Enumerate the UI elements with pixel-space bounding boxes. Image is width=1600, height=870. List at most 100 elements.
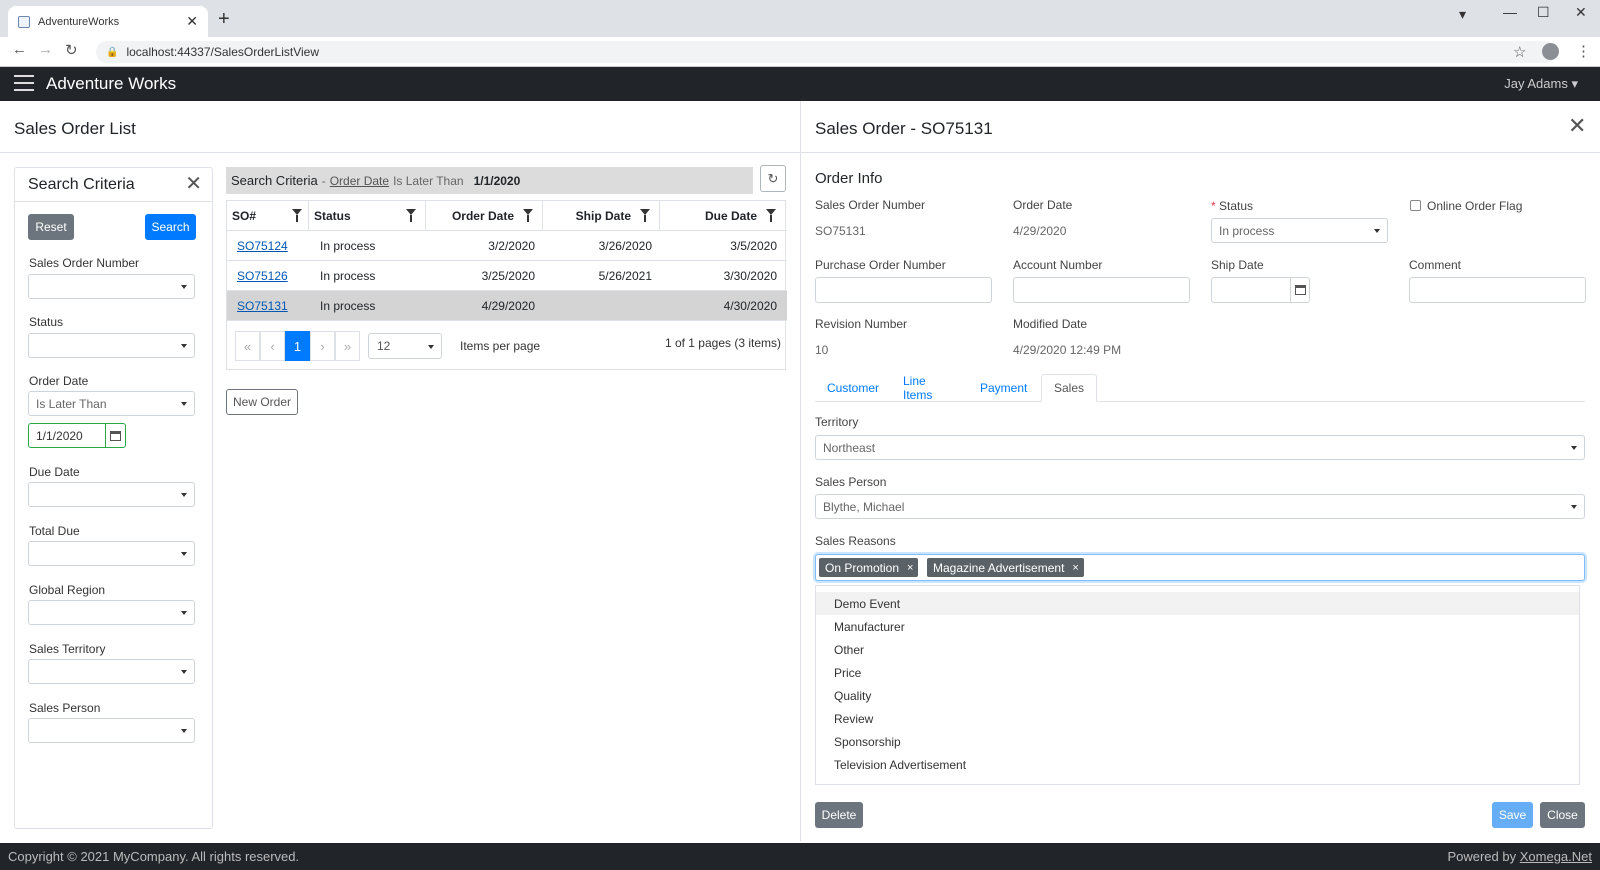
tab-line-items[interactable]: Line Items [891, 374, 944, 402]
due-date-label: Due Date [29, 465, 80, 479]
filter-icon[interactable] [766, 209, 776, 222]
criteria-dash: - [321, 173, 326, 188]
browser-menu-icon[interactable]: ⋮ [1576, 42, 1591, 60]
total-due-select[interactable] [28, 541, 195, 566]
forward-icon[interactable]: → [38, 41, 53, 58]
profile-avatar-icon[interactable] [1542, 43, 1559, 60]
back-icon[interactable]: ← [12, 41, 27, 58]
remove-tag-icon[interactable]: × [907, 562, 913, 574]
due-date-select[interactable] [28, 482, 195, 507]
filter-icon[interactable] [523, 209, 533, 222]
user-name: Jay Adams [1504, 76, 1568, 91]
browser-tab[interactable]: AdventureWorks ✕ [8, 6, 208, 37]
page-size-select[interactable]: 12 [368, 333, 442, 359]
minimize-icon[interactable]: — [1503, 4, 1517, 20]
column-header-label: Ship Date [575, 209, 631, 223]
refresh-button[interactable]: ↻ [760, 165, 786, 192]
table-row[interactable]: SO75126 In process 3/25/2020 5/26/2021 3… [227, 261, 787, 291]
column-header-order-date[interactable]: Order Date [426, 201, 543, 231]
online-order-flag-checkbox[interactable] [1410, 200, 1421, 211]
first-page-button[interactable]: « [235, 331, 260, 361]
grid-pager: « ‹ 1 › » 12 Items per page 1 of 1 pages… [227, 321, 787, 371]
column-header-so[interactable]: SO# [227, 201, 309, 231]
territory-value: Northeast [823, 440, 876, 455]
table-row-selected[interactable]: SO75131 In process 4/29/2020 4/30/2020 [227, 291, 787, 321]
reason-option[interactable]: Sponsorship [816, 730, 1579, 753]
sales-reasons-multiselect[interactable]: On Promotion × Magazine Advertisement × [815, 554, 1585, 581]
chevron-down-icon [181, 493, 187, 497]
close-detail-icon[interactable]: ✕ [1568, 113, 1586, 139]
so-link[interactable]: SO75131 [237, 299, 288, 313]
hamburger-menu-icon[interactable] [14, 75, 34, 91]
delete-button[interactable]: Delete [815, 802, 863, 828]
tab-payment[interactable]: Payment [968, 374, 1039, 402]
sales-person-select[interactable] [28, 718, 195, 743]
reason-option[interactable]: Price [816, 661, 1579, 684]
territory-label: Territory [815, 415, 859, 429]
account-number-field[interactable] [1013, 277, 1190, 303]
prev-page-button[interactable]: ‹ [260, 331, 285, 361]
window-close-icon[interactable]: ✕ [1575, 4, 1587, 21]
xomega-link[interactable]: Xomega.Net [1520, 849, 1592, 864]
reason-option[interactable]: Review [816, 707, 1579, 730]
last-page-button[interactable]: » [335, 331, 360, 361]
table-row[interactable]: SO75124 In process 3/2/2020 3/26/2020 3/… [227, 231, 787, 261]
page-favicon-icon [18, 15, 30, 28]
reason-option[interactable]: Manufacturer [816, 615, 1579, 638]
ship-date-calendar-button[interactable] [1290, 277, 1310, 303]
order-date-operator-select[interactable]: Is Later Than [28, 391, 195, 416]
filter-icon[interactable] [640, 209, 650, 222]
sales-order-number-label: Sales Order Number [29, 256, 140, 270]
ship-date-field[interactable] [1211, 277, 1291, 303]
so-link[interactable]: SO75124 [237, 239, 288, 253]
row-ship-date: 3/26/2020 [598, 239, 652, 253]
sales-territory-select[interactable] [28, 659, 195, 684]
status-select[interactable]: In process [1211, 218, 1388, 243]
column-header-ship-date[interactable]: Ship Date [543, 201, 660, 231]
save-button[interactable]: Save [1492, 802, 1533, 828]
filter-icon[interactable] [406, 209, 416, 222]
page-1-button[interactable]: 1 [285, 331, 310, 361]
close-tab-icon[interactable]: ✕ [186, 13, 198, 30]
new-order-button[interactable]: New Order [226, 389, 298, 415]
tab-search-icon[interactable]: ▾ [1459, 6, 1466, 23]
new-tab-icon[interactable]: + [218, 9, 230, 29]
so-link[interactable]: SO75126 [237, 269, 288, 283]
column-header-due-date[interactable]: Due Date [660, 201, 785, 231]
reason-option[interactable]: Demo Event [816, 592, 1579, 615]
row-order-date: 4/29/2020 [481, 299, 535, 313]
url-field[interactable]: 🔒 localhost:44337/SalesOrderListView [96, 41, 1556, 63]
reason-option[interactable]: Other [816, 638, 1579, 661]
app-brand[interactable]: Adventure Works [46, 74, 176, 94]
user-menu[interactable]: Jay Adams ▾ [1504, 76, 1578, 92]
reason-option[interactable]: Television Advertisement [816, 753, 1579, 776]
refresh-icon: ↻ [767, 170, 779, 186]
purchase-order-number-field[interactable] [815, 277, 992, 303]
comment-field[interactable] [1409, 277, 1586, 303]
sales-person-select[interactable]: Blythe, Michael [815, 494, 1585, 519]
global-region-select[interactable] [28, 600, 195, 625]
close-button[interactable]: Close [1540, 802, 1585, 828]
reason-option[interactable]: Quality [816, 684, 1579, 707]
account-number-label: Account Number [1013, 258, 1103, 272]
tab-customer[interactable]: Customer [815, 374, 891, 402]
sales-order-number-select[interactable] [28, 274, 195, 299]
tab-sales[interactable]: Sales [1041, 374, 1098, 402]
search-button[interactable]: Search [145, 214, 196, 240]
maximize-icon[interactable]: ☐ [1537, 4, 1550, 21]
close-search-criteria-icon[interactable]: ✕ [185, 174, 202, 194]
status-select[interactable] [28, 333, 195, 358]
territory-select[interactable]: Northeast [815, 435, 1585, 460]
chevron-down-icon [1571, 446, 1577, 450]
sales-order-number-value: SO75131 [815, 224, 866, 238]
remove-tag-icon[interactable]: × [1072, 562, 1078, 574]
reload-icon[interactable]: ↻ [65, 41, 78, 59]
order-date-calendar-button[interactable] [105, 423, 126, 448]
column-header-status[interactable]: Status [309, 201, 426, 231]
order-date-input[interactable]: 1/1/2020 [28, 423, 106, 448]
filter-icon[interactable] [292, 209, 302, 222]
next-page-button[interactable]: › [310, 331, 335, 361]
bookmark-star-icon[interactable]: ☆ [1513, 43, 1526, 61]
reset-button[interactable]: Reset [28, 214, 74, 240]
criteria-field[interactable]: Order Date [330, 174, 389, 188]
